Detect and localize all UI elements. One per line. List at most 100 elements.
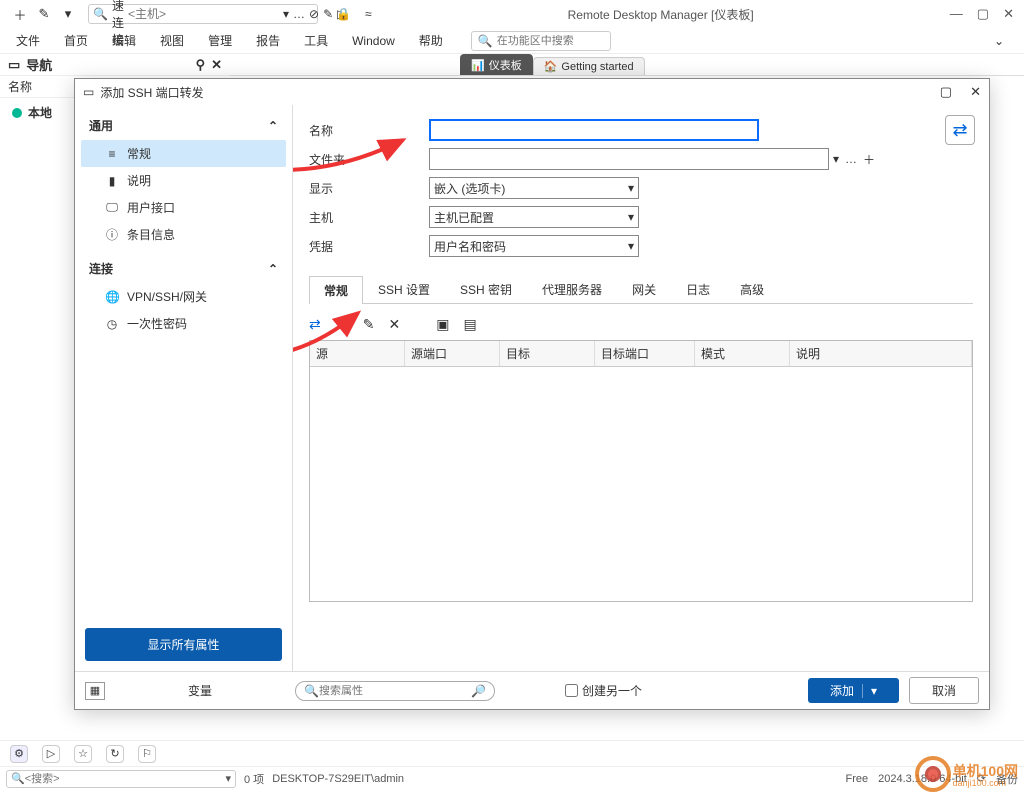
side-group-general[interactable]: 通用⌃ [75,111,292,140]
folder-browse-icon[interactable]: … [845,152,857,166]
minimize-button[interactable]: — [950,6,963,22]
star-icon[interactable]: ☆ [74,745,92,763]
tab-dashboard[interactable]: 📊 仪表板 [460,54,533,75]
chevron-down-icon: ▾ [628,210,634,224]
col-description[interactable]: 说明 [790,341,972,366]
side-item-description[interactable]: ▮说明 [81,167,286,194]
host-select[interactable]: 主机已配置▾ [429,206,639,228]
globe-icon[interactable]: ⊘ [309,7,319,21]
menu-report[interactable]: 报告 [256,32,280,49]
ellipsis-icon[interactable]: … [293,7,305,21]
sub-tabs: 常规 SSH 设置 SSH 密钥 代理服务器 网关 日志 高级 [309,275,973,304]
property-search[interactable]: 🔍🔎 [295,681,495,701]
tab-getting-started[interactable]: 🏠 Getting started [533,57,645,75]
show-all-properties-button[interactable]: 显示所有属性 [85,628,282,661]
chevron-down-icon: ▾ [628,181,634,195]
dialog-maximize-button[interactable]: ▢ [940,84,952,100]
side-item-general[interactable]: ≡常规 [81,140,286,167]
chevron-up-icon: ⌃ [268,119,278,133]
note-icon: ▮ [105,174,119,188]
globe-icon: 🌐 [105,290,119,304]
status-search[interactable]: 🔍▾ [6,770,236,788]
ribbon-search[interactable]: 🔍 [471,31,611,51]
close-button[interactable]: ✕ [1003,6,1014,22]
paste-icon[interactable]: ▤ [463,316,476,333]
col-source-port[interactable]: 源端口 [405,341,500,366]
history-icon[interactable]: ↻ [106,745,124,763]
usb-icon[interactable]: ⇄ [309,316,321,333]
chevron-down-icon: ▾ [862,684,877,698]
menu-window[interactable]: Window [352,34,395,48]
menu-home[interactable]: 首页 [64,32,88,49]
create-another-checkbox[interactable]: 创建另一个 [565,682,642,699]
pen-icon[interactable]: ✎ [323,7,333,21]
quick-connect[interactable]: 🔍 快速连接 ▾ … ⊘ ✎ ▷ [88,4,318,24]
filter-icon[interactable]: ⚲ [196,57,206,73]
close-nav-icon[interactable]: ✕ [211,57,222,73]
play-icon[interactable]: ▷ [42,745,60,763]
menu-edit[interactable]: 编辑 [112,32,136,49]
tab-proxy[interactable]: 代理服务器 [527,275,617,303]
tab-advanced[interactable]: 高级 [725,275,779,303]
monitor-icon: 🖵 [105,200,119,215]
menu-help[interactable]: 帮助 [419,32,443,49]
side-item-entry-info[interactable]: ⓘ条目信息 [81,221,286,248]
collapse-ribbon-icon[interactable]: ⌄ [994,34,1004,48]
chevron-down-icon[interactable]: ▾ [283,7,289,21]
lock-icon[interactable]: 🔒 [336,7,351,21]
list-icon: ≡ [105,147,119,161]
menu-tools[interactable]: 工具 [304,32,328,49]
folder-dropdown-icon[interactable]: ▾ [833,152,839,166]
gear-icon[interactable]: ⚙ [10,745,28,763]
label-display: 显示 [309,180,429,197]
menu-manage[interactable]: 管理 [208,32,232,49]
quick-connect-input[interactable] [128,7,283,21]
window-title: Remote Desktop Manager [仪表板] [372,6,950,23]
approx-icon[interactable]: ≈ [365,7,372,21]
tab-general[interactable]: 常规 [309,276,363,304]
add-icon[interactable]: ＋ [335,314,349,334]
new-icon[interactable]: ＋ [12,6,28,22]
variables-button[interactable]: 变量 [115,682,285,699]
tab-ssh-settings[interactable]: SSH 设置 [363,275,445,303]
side-item-otp[interactable]: ◷一次性密码 [81,310,286,337]
dialog-close-button[interactable]: ✕ [970,84,981,100]
search-icon: 🔍 [93,7,108,21]
display-select[interactable]: 嵌入 (选项卡)▾ [429,177,639,199]
session-type-icon[interactable]: ⇄ [945,115,975,145]
status-item-count: 0 项 [244,771,264,787]
col-source[interactable]: 源 [310,341,405,366]
side-group-connection[interactable]: 连接⌃ [75,254,292,283]
maximize-button[interactable]: ▢ [977,6,989,22]
edit-icon[interactable]: ✎ [363,316,375,333]
tab-gateway[interactable]: 网关 [617,275,671,303]
nav-icon: ▭ [8,57,20,73]
tag-icon[interactable]: ⚐ [138,745,156,763]
tab-log[interactable]: 日志 [671,275,725,303]
label-credentials: 凭据 [309,238,429,255]
chevron-down-icon: ▾ [628,239,634,253]
menu-file[interactable]: 文件 [16,32,40,49]
port-forward-grid[interactable]: 源 源端口 目标 目标端口 模式 说明 [309,340,973,602]
folder-input[interactable] [429,148,829,170]
watermark: 单机100网 danji100.com [915,756,1018,792]
credentials-select[interactable]: 用户名和密码▾ [429,235,639,257]
copy-icon[interactable]: ▣ [436,316,449,333]
add-button[interactable]: 添加▾ [808,678,899,703]
col-target-port[interactable]: 目标端口 [595,341,695,366]
grid-view-icon[interactable]: ▦ [85,682,105,700]
edit-icon[interactable]: ✎ [36,6,52,22]
folder-add-icon[interactable]: ＋ [863,151,875,168]
datasource-dot-icon [12,108,22,118]
side-item-ui[interactable]: 🖵用户接口 [81,194,286,221]
side-item-vpn[interactable]: 🌐VPN/SSH/网关 [81,283,286,310]
col-mode[interactable]: 模式 [695,341,790,366]
delete-icon[interactable]: ✕ [388,316,400,333]
tab-ssh-key[interactable]: SSH 密钥 [445,275,527,303]
name-input[interactable] [429,119,759,141]
col-target[interactable]: 目标 [500,341,595,366]
more-icon[interactable]: ▾ [60,6,76,22]
menubar: 文件 首页 编辑 视图 管理 报告 工具 Window 帮助 🔍 ⌄ [0,28,1024,54]
cancel-button[interactable]: 取消 [909,677,979,704]
menu-view[interactable]: 视图 [160,32,184,49]
